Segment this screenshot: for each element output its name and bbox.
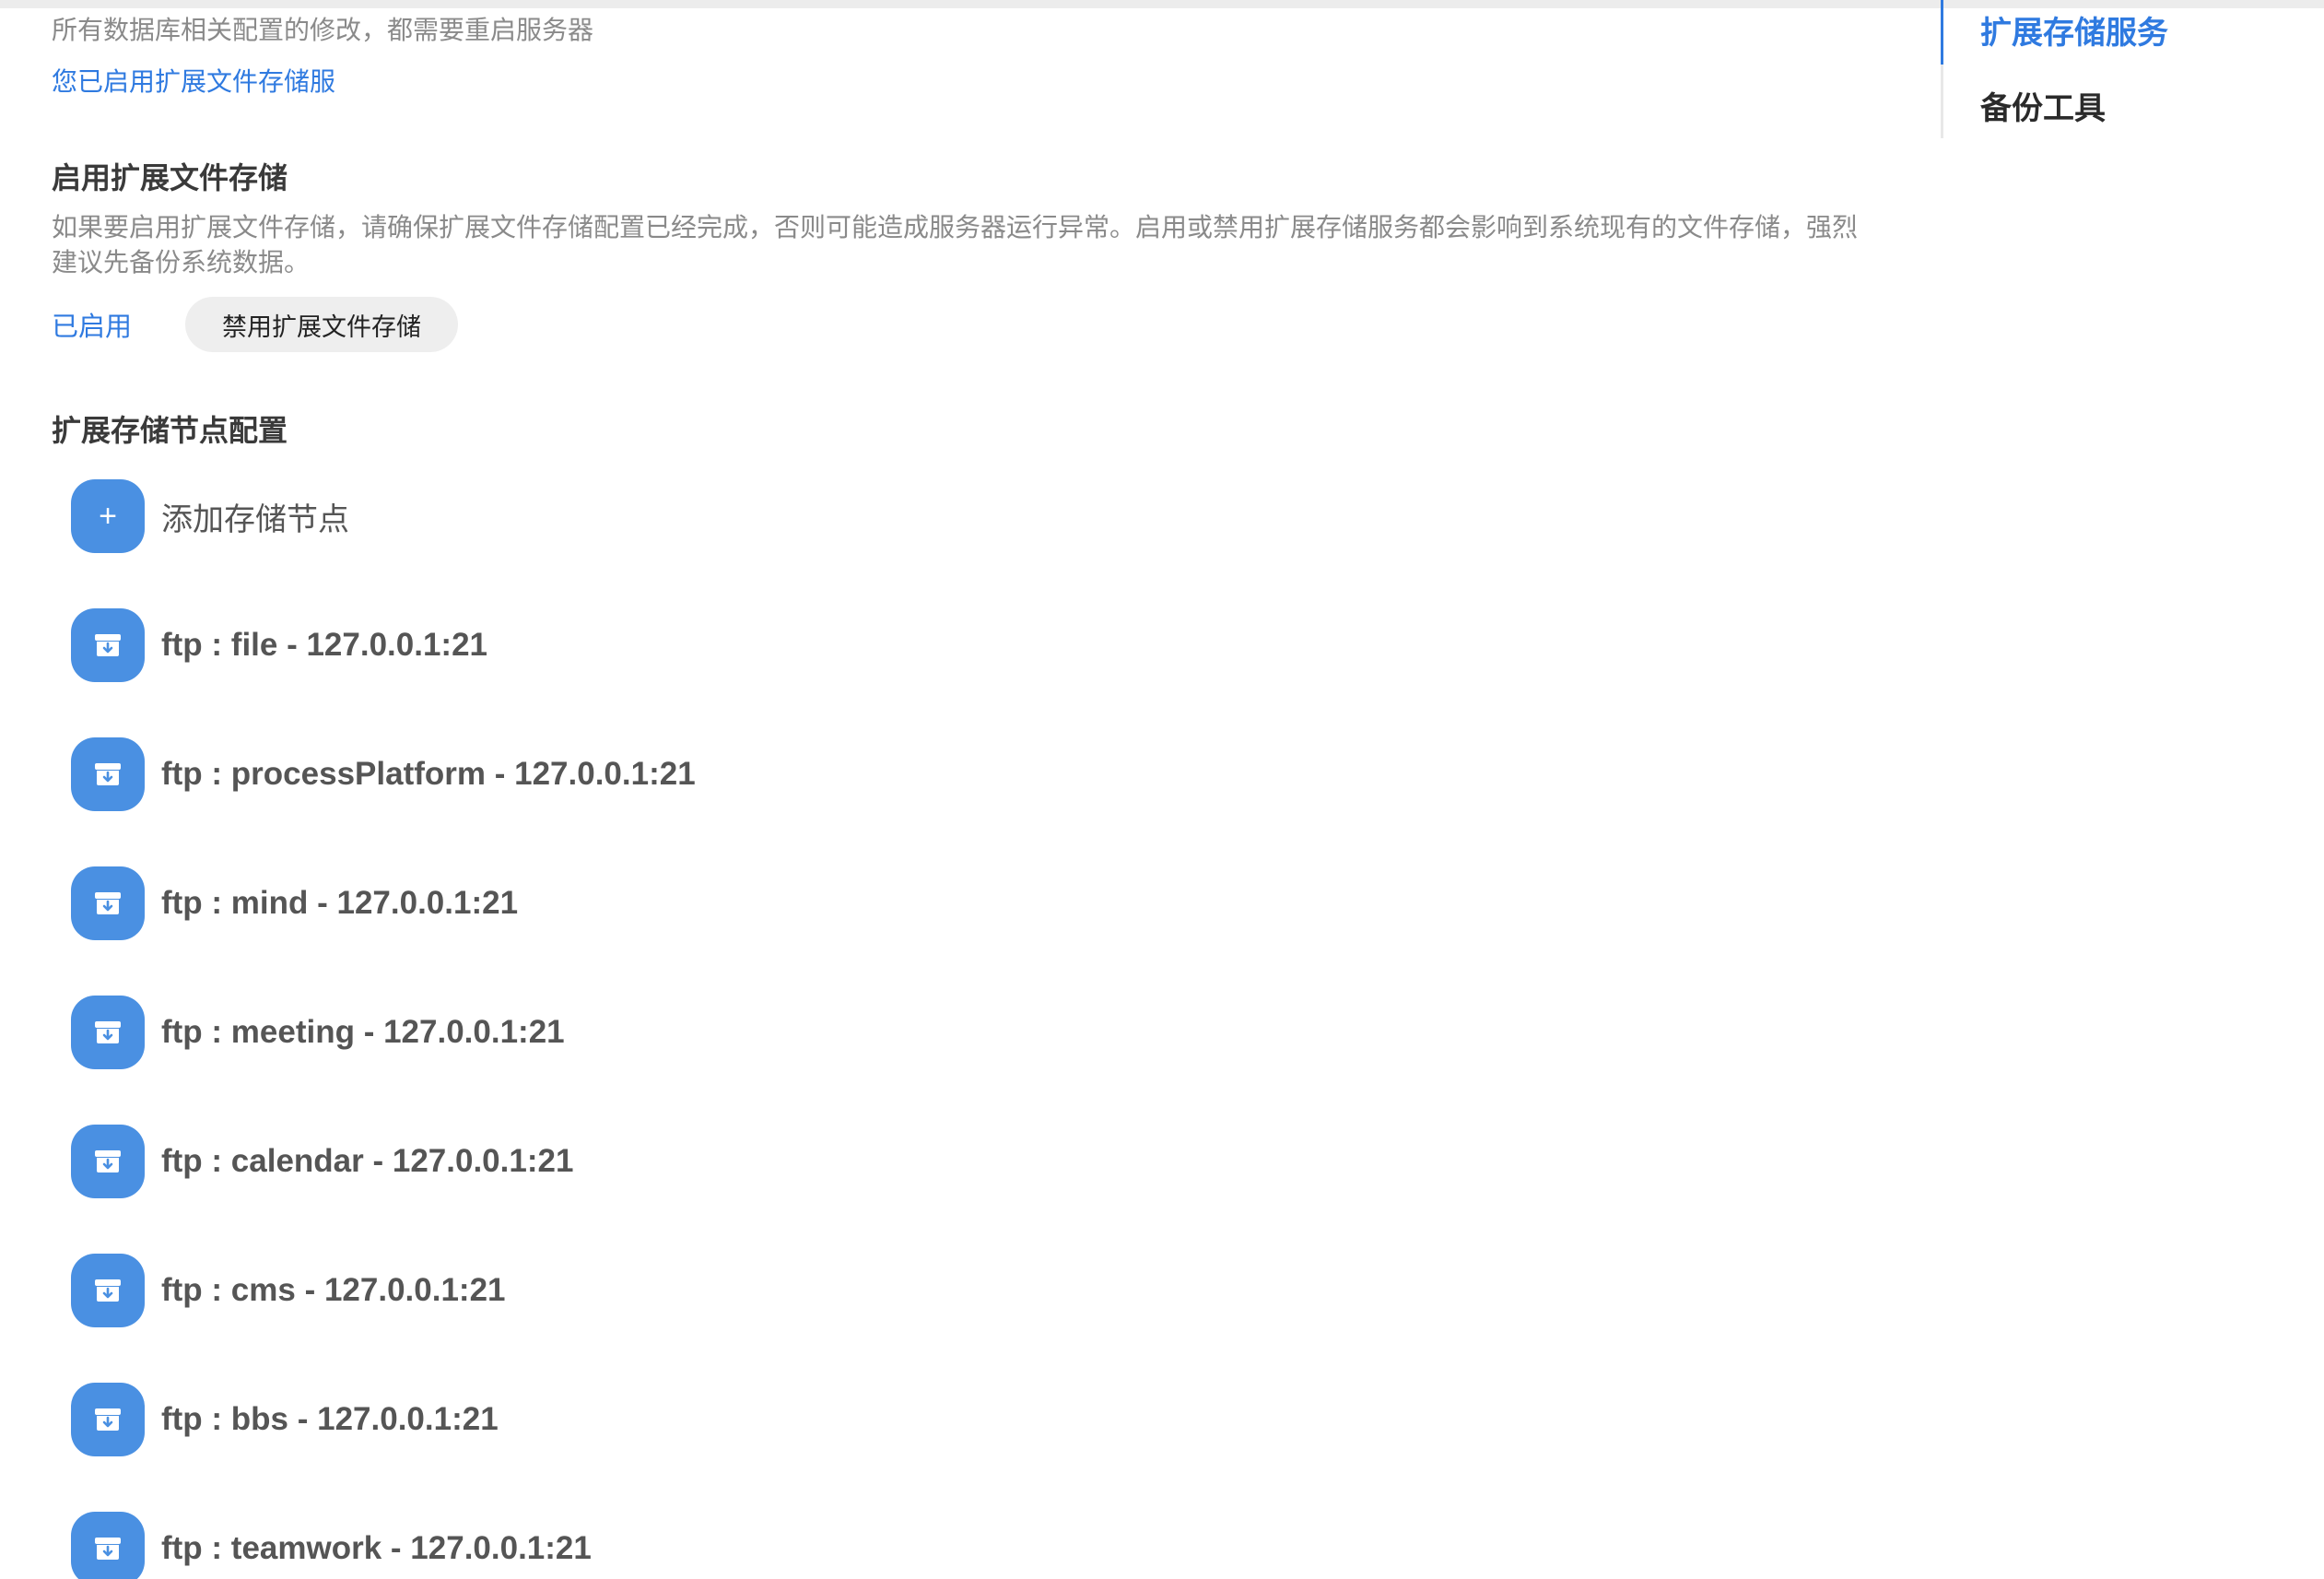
storage-node-item[interactable]: ftp : cms - 127.0.0.1:21 [71, 1254, 1822, 1327]
storage-box-icon[interactable] [71, 1125, 145, 1198]
storage-box-icon[interactable] [71, 608, 145, 682]
storage-node-label[interactable]: ftp : cms - 127.0.0.1:21 [161, 1272, 506, 1309]
enable-section-title: 启用扩展文件存储 [52, 161, 288, 194]
storage-node-item[interactable]: ftp : meeting - 127.0.0.1:21 [71, 996, 1822, 1069]
storage-node-list: + 添加存储节点 ftp : file - 127.0.0.1:21 ftp : … [71, 479, 1822, 1579]
side-nav-item-storage[interactable]: 扩展存储服务 [1980, 7, 2168, 53]
status-enabled-label: 已启用 [52, 312, 133, 342]
nodes-section-title: 扩展存储节点配置 [52, 414, 288, 447]
plus-icon[interactable]: + [71, 479, 145, 553]
side-nav-active-indicator [1941, 0, 1943, 65]
enable-section-description: 如果要启用扩展文件存储，请确保扩展文件存储配置已经完成，否则可能造成服务器运行异… [52, 213, 1859, 277]
storage-node-label[interactable]: ftp : processPlatform - 127.0.0.1:21 [161, 756, 696, 793]
add-node-label[interactable]: 添加存储节点 [161, 494, 349, 539]
storage-node-item[interactable]: ftp : mind - 127.0.0.1:21 [71, 866, 1822, 940]
restart-notice: 所有数据库相关配置的修改，都需要重启服务器 [52, 16, 594, 44]
enable-status-row: 已启用 禁用扩展文件存储 [52, 297, 458, 352]
page: 所有数据库相关配置的修改，都需要重启服务器 您已启用扩展文件存储服 启用扩展文件… [0, 0, 2324, 1579]
storage-box-icon[interactable] [71, 737, 145, 811]
storage-node-label[interactable]: ftp : calendar - 127.0.0.1:21 [161, 1143, 573, 1180]
storage-node-item[interactable]: ftp : bbs - 127.0.0.1:21 [71, 1383, 1822, 1456]
storage-node-label[interactable]: ftp : bbs - 127.0.0.1:21 [161, 1401, 499, 1438]
add-node-row[interactable]: + 添加存储节点 [71, 479, 1822, 553]
storage-node-item[interactable]: ftp : file - 127.0.0.1:21 [71, 608, 1822, 682]
side-nav-item-backup[interactable]: 备份工具 [1980, 83, 2106, 128]
storage-box-icon[interactable] [71, 1383, 145, 1456]
storage-box-icon[interactable] [71, 1254, 145, 1327]
storage-node-label[interactable]: ftp : file - 127.0.0.1:21 [161, 627, 487, 664]
storage-node-label[interactable]: ftp : teamwork - 127.0.0.1:21 [161, 1530, 592, 1567]
storage-box-icon[interactable] [71, 1512, 145, 1579]
storage-node-item[interactable]: ftp : calendar - 127.0.0.1:21 [71, 1125, 1822, 1198]
storage-box-icon[interactable] [71, 866, 145, 940]
enabled-status-link[interactable]: 您已启用扩展文件存储服 [52, 65, 335, 100]
disable-storage-button[interactable]: 禁用扩展文件存储 [185, 297, 458, 352]
storage-box-icon[interactable] [71, 996, 145, 1069]
storage-node-label[interactable]: ftp : mind - 127.0.0.1:21 [161, 885, 518, 922]
storage-node-item[interactable]: ftp : processPlatform - 127.0.0.1:21 [71, 737, 1822, 811]
side-nav: 扩展存储服务 备份工具 [1941, 0, 2220, 138]
storage-node-label[interactable]: ftp : meeting - 127.0.0.1:21 [161, 1014, 565, 1051]
storage-node-item[interactable]: ftp : teamwork - 127.0.0.1:21 [71, 1512, 1822, 1579]
